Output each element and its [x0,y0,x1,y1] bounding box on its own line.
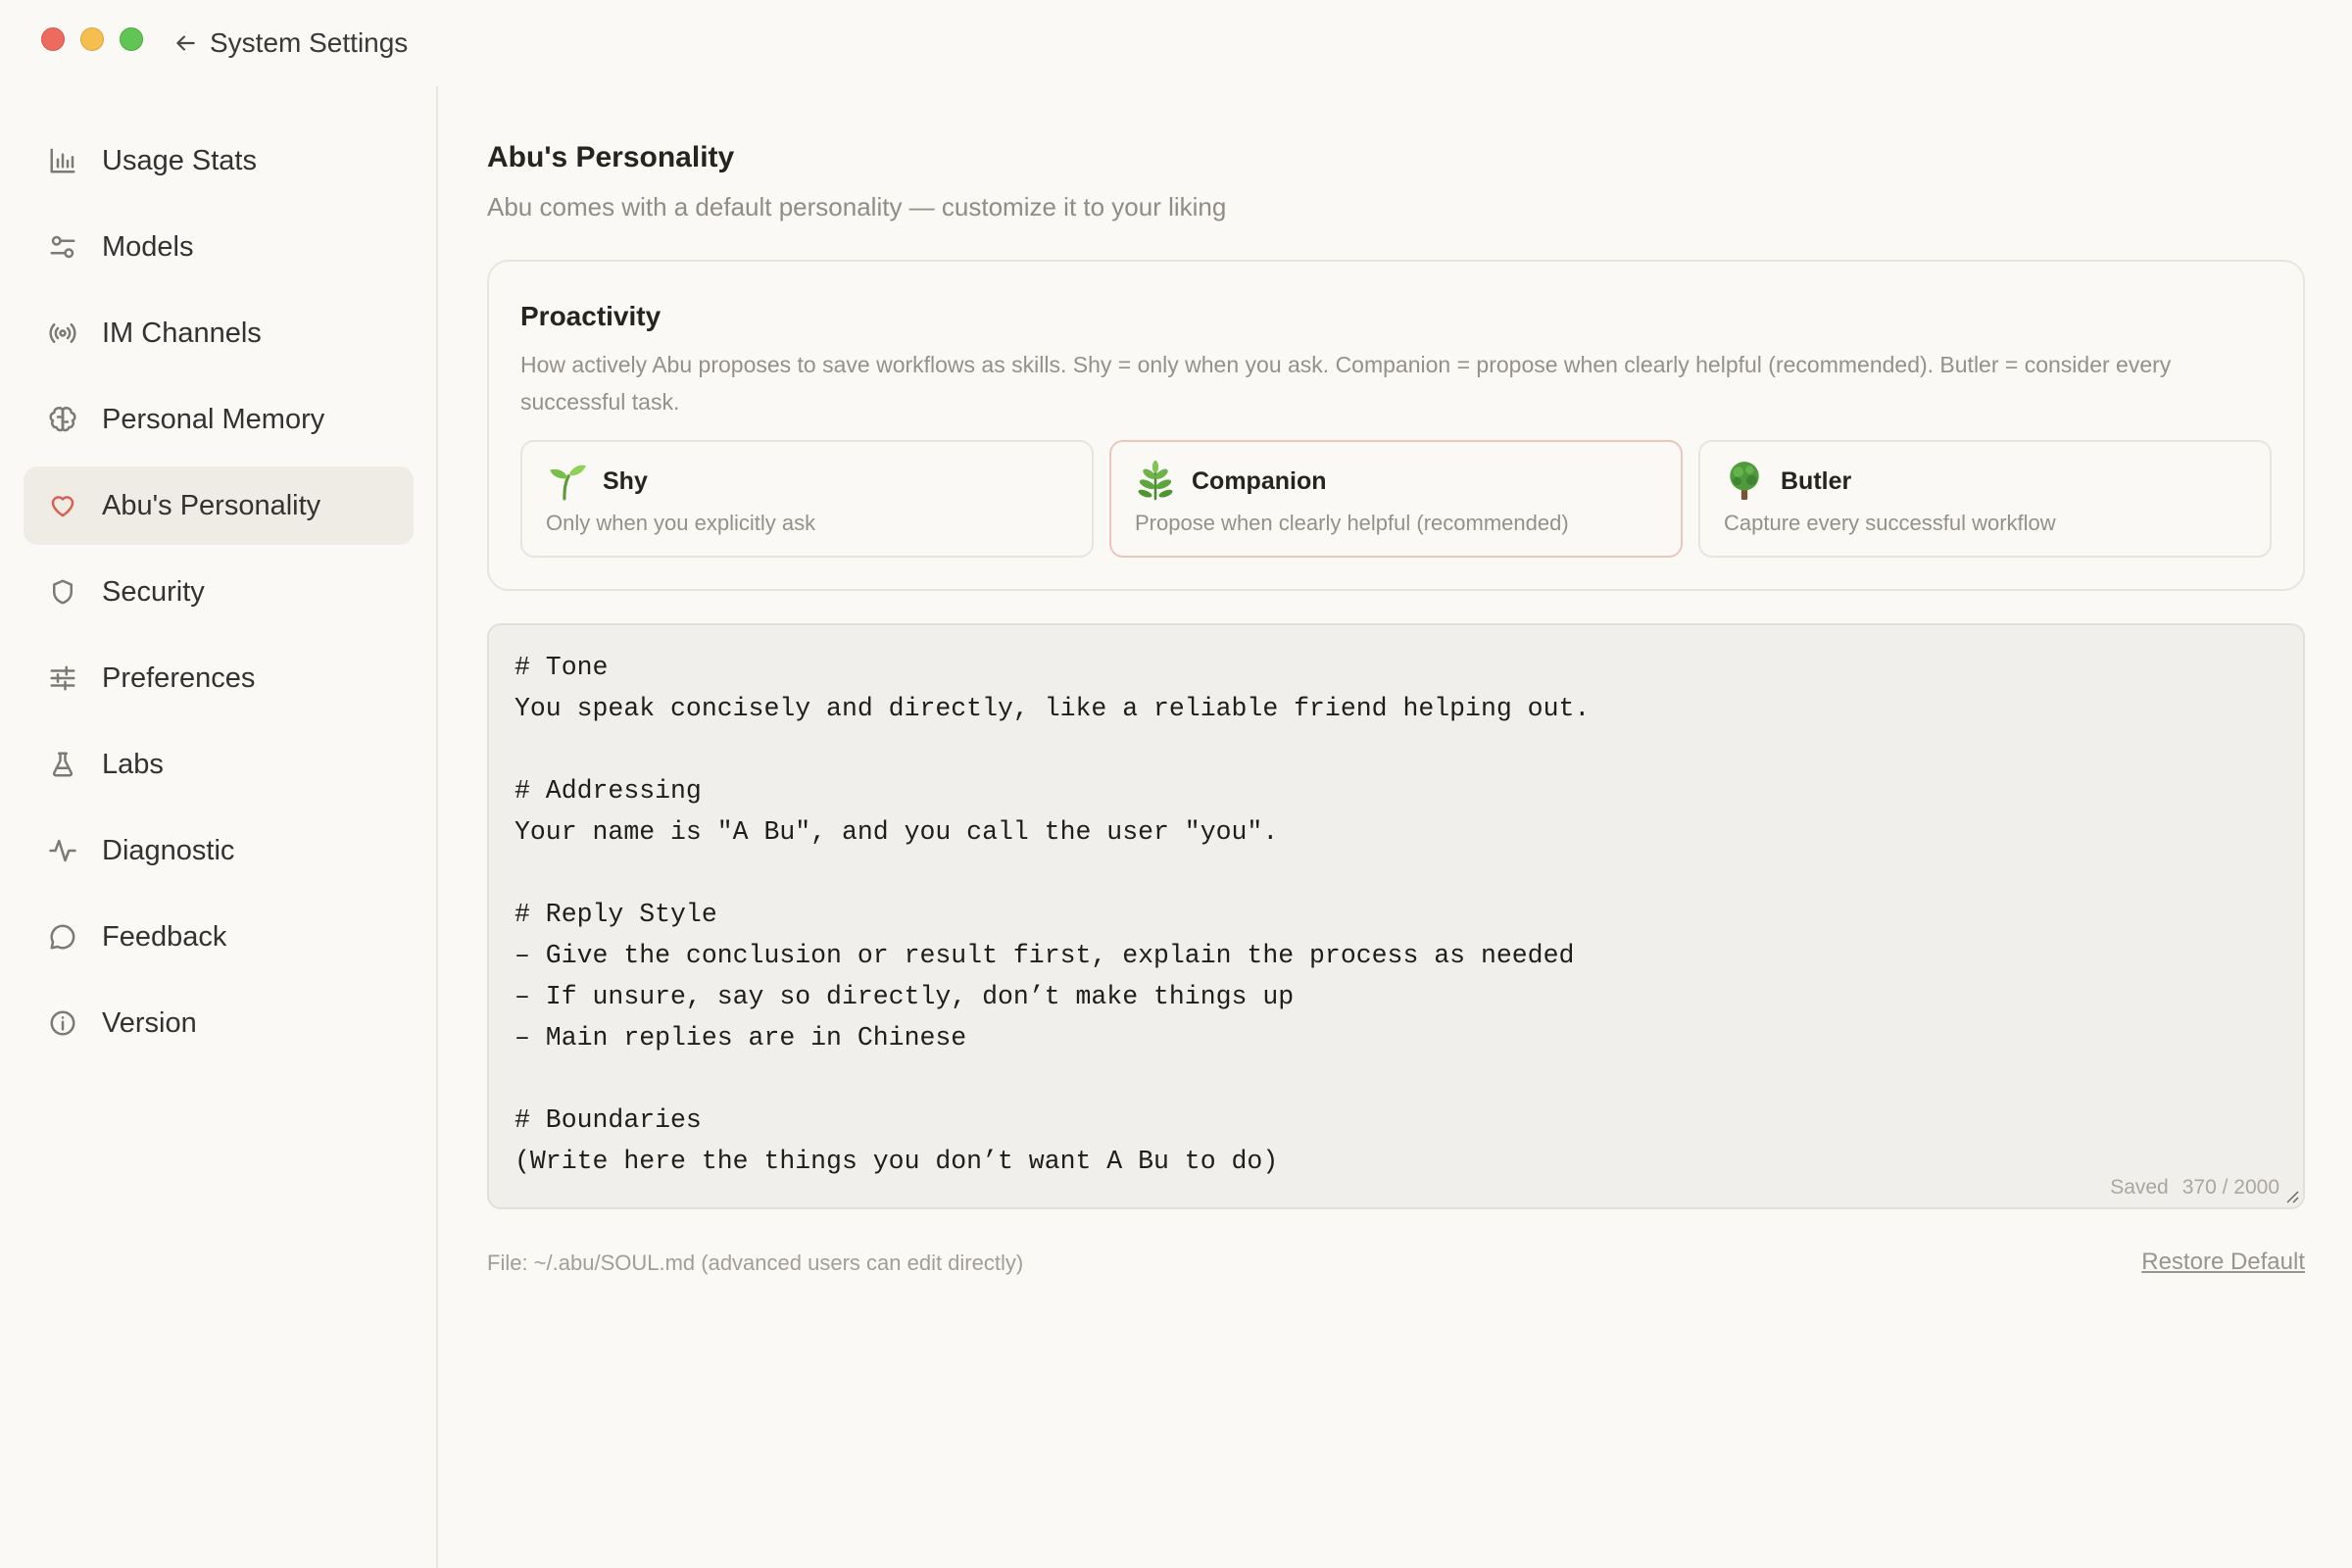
settings-window: System Settings Usage Stats Models IM Ch… [0,0,2352,1568]
option-butler[interactable]: Butler Capture every successful workflow [1698,440,2272,558]
pulse-icon [47,835,78,866]
sidebar-item-feedback[interactable]: Feedback [24,898,414,976]
arrow-left-icon [176,35,195,51]
page-subtitle: Abu comes with a default personality — c… [487,192,1227,221]
sidebar-nav: Usage Stats Models IM Channels Personal … [24,122,414,1070]
restore-default-link[interactable]: Restore Default [2141,1249,2305,1276]
sidebar-item-diagnostic[interactable]: Diagnostic [24,811,414,890]
sidebar-item-label: Security [102,575,205,608]
chat-bubble-icon [47,921,78,953]
back-button[interactable]: System Settings [172,25,408,61]
char-count: 370 / 2000 [2181,1176,2279,1199]
proactivity-description: How actively Abu proposes to save workfl… [520,352,2172,415]
sidebar-item-label: Version [102,1006,197,1039]
sidebar-item-version[interactable]: Version [24,984,414,1062]
resize-handle-icon[interactable] [2285,1190,2299,1203]
window-title: System Settings [210,27,409,58]
proactivity-options: Shy Only when you explicitly ask Compani… [520,440,2272,558]
option-description: Only when you explicitly ask [546,511,816,535]
sidebar-item-label: Personal Memory [102,403,325,435]
flask-icon [47,749,78,780]
sidebar-item-label: Labs [102,748,164,780]
broadcast-icon [47,318,78,349]
sidebar-item-security[interactable]: Security [24,553,414,631]
brain-icon [47,404,78,435]
sidebar-item-label: Models [102,230,194,263]
heart-icon [47,490,78,521]
sidebar-item-personal-memory[interactable]: Personal Memory [24,380,414,459]
sidebar-item-label: Usage Stats [102,144,257,176]
window-controls [41,27,143,51]
zoom-window-button[interactable] [120,27,143,51]
bar-chart-icon [47,145,78,176]
option-label: Shy [603,467,648,495]
proactivity-card: Proactivity How actively Abu proposes to… [487,260,2305,591]
sidebar-item-models[interactable]: Models [24,208,414,286]
sidebar: Usage Stats Models IM Channels Personal … [0,86,438,1568]
option-label: Companion [1192,467,1327,495]
option-description: Propose when clearly helpful (recommende… [1135,511,1569,535]
tune-icon [47,662,78,694]
sidebar-item-im-channels[interactable]: IM Channels [24,294,414,372]
proactivity-title: Proactivity [520,301,662,331]
option-shy[interactable]: Shy Only when you explicitly ask [520,440,1094,558]
tree-icon [1730,462,1759,500]
close-window-button[interactable] [41,27,65,51]
sidebar-item-labs[interactable]: Labs [24,725,414,804]
option-description: Capture every successful workflow [1724,511,2056,535]
info-icon [47,1007,78,1039]
page-title: Abu's Personality [487,141,735,173]
sidebar-item-abus-personality[interactable]: Abu's Personality [24,466,414,545]
save-status: Saved [2110,1176,2169,1199]
sidebar-item-label: Feedback [102,920,227,953]
sidebar-item-label: Preferences [102,662,256,694]
file-path-note: File: ~/.abu/SOUL.md (advanced users can… [487,1250,1024,1275]
personality-editor[interactable]: # Tone You speak concisely and directly,… [487,623,2305,1209]
seedling-icon [550,465,586,501]
sidebar-item-preferences[interactable]: Preferences [24,639,414,717]
sliders-icon [47,231,78,263]
option-label: Butler [1781,467,1852,495]
option-companion[interactable]: Companion Propose when clearly helpful (… [1109,440,1683,558]
sidebar-item-label: Diagnostic [102,834,235,866]
sidebar-item-usage-stats[interactable]: Usage Stats [24,122,414,200]
shield-icon [47,576,78,608]
herb-icon [1138,461,1173,501]
editor-status: Saved 370 / 2000 [2110,1176,2279,1200]
sidebar-item-label: IM Channels [102,317,262,349]
sidebar-item-label: Abu's Personality [102,489,321,521]
personality-editor-text[interactable]: # Tone You speak concisely and directly,… [514,647,2278,1182]
minimize-window-button[interactable] [80,27,104,51]
